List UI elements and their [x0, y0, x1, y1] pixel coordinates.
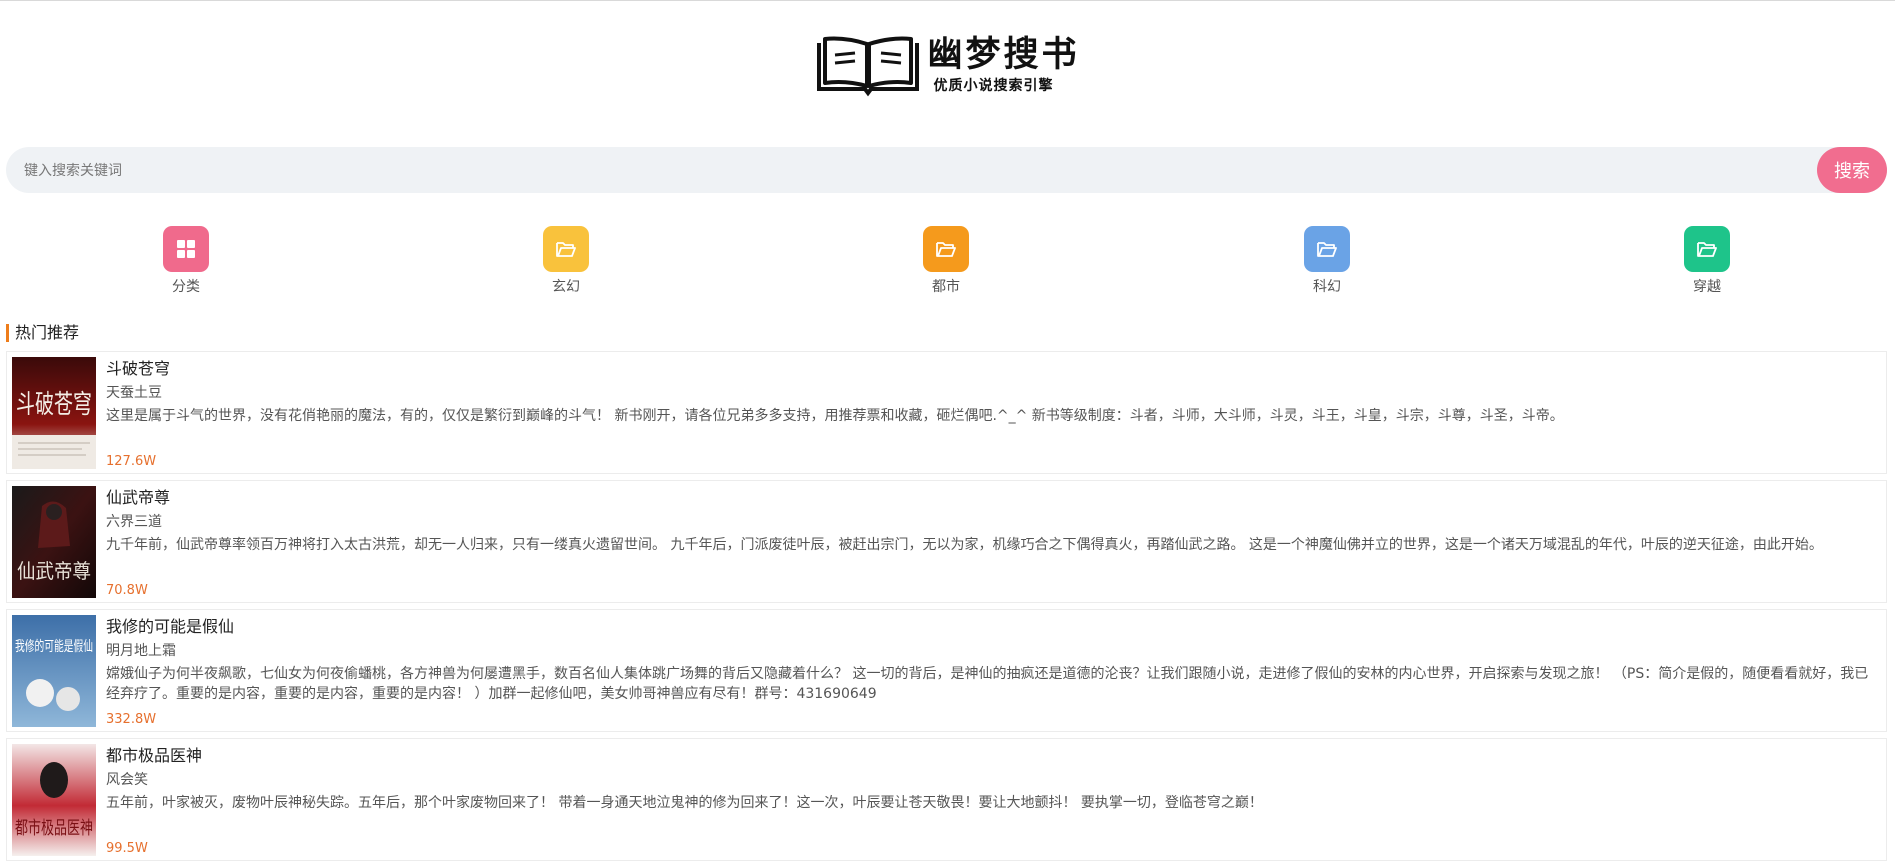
- nav-item-dushi[interactable]: 都市: [896, 226, 996, 296]
- nav-icon-box: [1304, 226, 1350, 272]
- logo-title: 幽梦搜书: [927, 34, 1080, 75]
- book-read-count: 332.8W: [106, 712, 157, 727]
- book-read-count: 99.5W: [106, 841, 148, 856]
- book-read-count: 70.8W: [106, 583, 148, 598]
- nav-item-xuanhuan[interactable]: 玄幻: [516, 226, 616, 296]
- book-author: 风会笑: [106, 772, 148, 788]
- book-title[interactable]: 都市极品医神: [106, 745, 1876, 767]
- nav-label: 科幻: [1313, 279, 1341, 295]
- book-info: 都市极品医神 风会笑 五年前，叶家被灭，废物叶辰神秘失踪。五年后，那个叶家废物回…: [106, 745, 1876, 813]
- book-info: 仙武帝尊 六界三道 九千年前，仙武帝尊率领百万神将打入太古洪荒，却无一人归来，只…: [106, 487, 1876, 555]
- book-description: 这里是属于斗气的世界，没有花俏艳丽的魔法，有的，仅仅是繁衍到巅峰的斗气！ 新书刚…: [106, 408, 1564, 424]
- cover-title: 都市极品医神: [15, 818, 93, 839]
- folder-open-icon: [936, 242, 956, 257]
- cover-image: 我修的可能是假仙: [12, 615, 96, 727]
- book-description: 五年前，叶家被灭，废物叶辰神秘失踪。五年后，那个叶家废物回来了！ 带着一身通天地…: [106, 795, 1263, 811]
- book-description: 九千年前，仙武帝尊率领百万神将打入太古洪荒，却无一人归来，只有一缕真火遗留世间。…: [106, 537, 1823, 553]
- open-book-icon: [817, 36, 920, 97]
- nav-label: 分类: [172, 279, 200, 295]
- book-item[interactable]: 都市极品医神 都市极品医神 风会笑 五年前，叶家被灭，废物叶辰神秘失踪。五年后，…: [6, 738, 1887, 861]
- cover-title: 我修的可能是假仙: [15, 639, 93, 655]
- book-info: 我修的可能是假仙 明月地上霜 嫦娥仙子为何半夜飙歌，七仙女为何夜偷蟠桃，各方神兽…: [106, 616, 1876, 704]
- book-item[interactable]: 我修的可能是假仙 我修的可能是假仙 明月地上霜 嫦娥仙子为何半夜飙歌，七仙女为何…: [6, 609, 1887, 732]
- book-read-count: 127.6W: [106, 454, 157, 469]
- category-nav: 分类 玄幻 都市 科幻 穿越: [0, 226, 1895, 296]
- nav-icon-box: [163, 226, 209, 272]
- search-input[interactable]: [22, 147, 1806, 195]
- nav-icon-box: [543, 226, 589, 272]
- book-cover[interactable]: 都市极品医神: [12, 744, 96, 856]
- book-item[interactable]: 仙武帝尊 仙武帝尊 六界三道 九千年前，仙武帝尊率领百万神将打入太古洪荒，却无一…: [6, 480, 1887, 603]
- book-title[interactable]: 斗破苍穹: [106, 358, 1876, 380]
- book-title[interactable]: 仙武帝尊: [106, 487, 1876, 509]
- book-list: 斗破苍穹 斗破苍穹 天蚕土豆 这里是属于斗气的世界，没有花俏艳丽的魔法，有的，仅…: [6, 351, 1887, 867]
- logo-text: 幽梦搜书 优质小说搜索引擎: [927, 34, 1080, 96]
- cover-title: 斗破苍穹: [16, 390, 92, 420]
- book-description: 嫦娥仙子为何半夜飙歌，七仙女为何夜偷蟠桃，各方神兽为何屡遭黑手，数百名仙人集体跳…: [106, 666, 1869, 702]
- book-title[interactable]: 我修的可能是假仙: [106, 616, 1876, 638]
- nav-label: 玄幻: [552, 279, 580, 295]
- nav-label: 都市: [932, 279, 960, 295]
- nav-label: 穿越: [1693, 279, 1721, 295]
- book-author: 天蚕土豆: [106, 385, 162, 401]
- book-cover[interactable]: 我修的可能是假仙: [12, 615, 96, 727]
- section-title: 热门推荐: [6, 324, 79, 342]
- site-logo[interactable]: 幽梦搜书 优质小说搜索引擎: [815, 35, 1079, 97]
- header: 幽梦搜书 优质小说搜索引擎: [0, 35, 1895, 97]
- book-author: 六界三道: [106, 514, 162, 530]
- folder-open-icon: [1697, 242, 1717, 257]
- logo-subtitle: 优质小说搜索引擎: [933, 78, 1054, 95]
- cover-image: 斗破苍穹: [12, 357, 96, 469]
- book-item[interactable]: 斗破苍穹 斗破苍穹 天蚕土豆 这里是属于斗气的世界，没有花俏艳丽的魔法，有的，仅…: [6, 351, 1887, 474]
- search-button[interactable]: 搜索: [1817, 147, 1887, 193]
- book-author: 明月地上霜: [106, 643, 176, 659]
- nav-item-kehuan[interactable]: 科幻: [1277, 226, 1377, 296]
- book-cover[interactable]: 仙武帝尊: [12, 486, 96, 598]
- cover-title: 仙武帝尊: [17, 559, 91, 583]
- cover-image: 仙武帝尊: [12, 486, 96, 598]
- folder-open-icon: [556, 242, 576, 257]
- nav-item-category[interactable]: 分类: [136, 226, 236, 296]
- cover-image: 都市极品医神: [12, 744, 96, 856]
- book-cover[interactable]: 斗破苍穹: [12, 357, 96, 469]
- nav-icon-box: [923, 226, 969, 272]
- folder-open-icon: [1317, 242, 1337, 257]
- search-bar: 搜索: [6, 147, 1887, 195]
- book-info: 斗破苍穹 天蚕土豆 这里是属于斗气的世界，没有花俏艳丽的魔法，有的，仅仅是繁衍到…: [106, 358, 1876, 426]
- nav-item-chuanyue[interactable]: 穿越: [1657, 226, 1757, 296]
- nav-icon-box: [1684, 226, 1730, 272]
- grid-icon: [177, 240, 195, 258]
